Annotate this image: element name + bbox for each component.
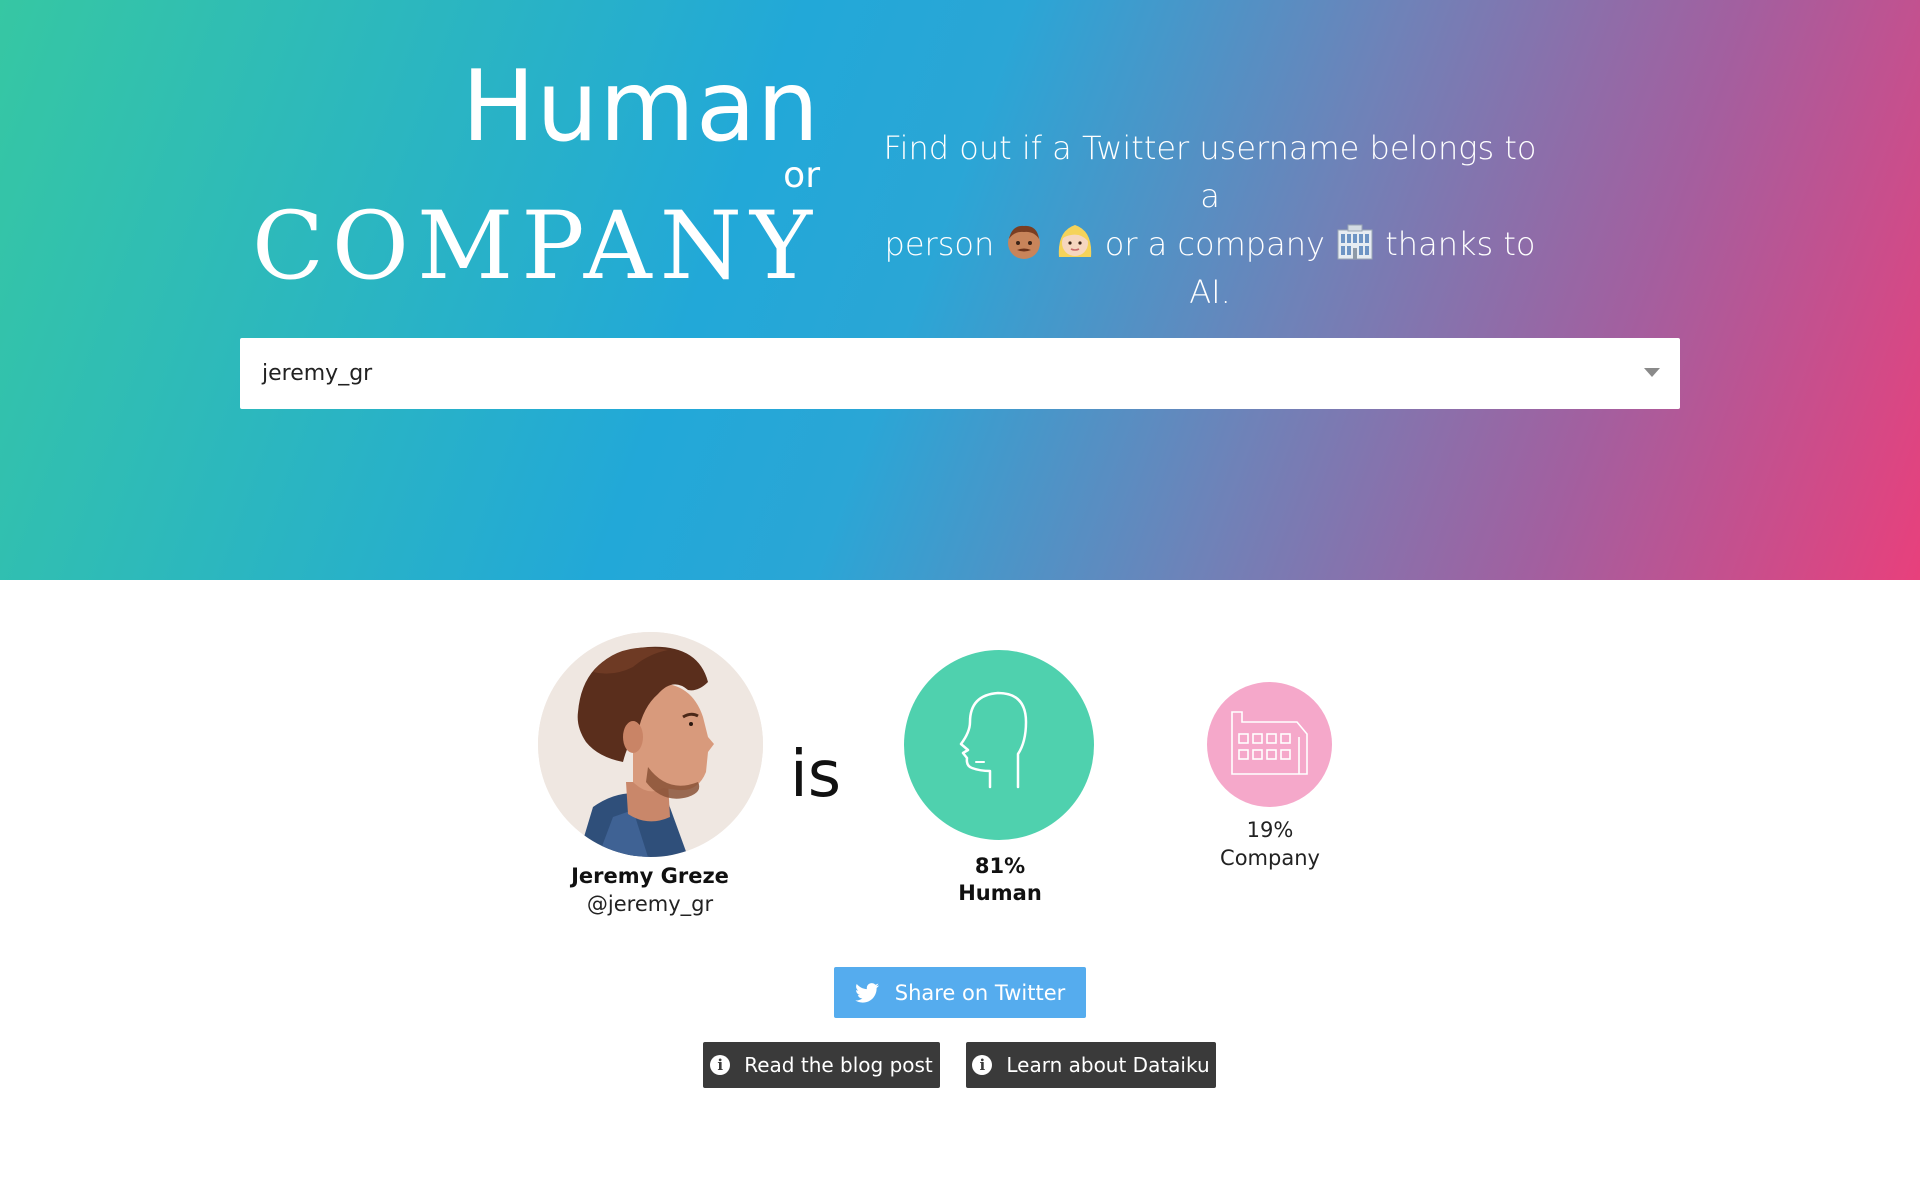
human-head-icon [959,691,1028,789]
tagline-part-2: person [884,225,995,263]
learn-about-dataiku-label: Learn about Dataiku [1006,1053,1210,1077]
company-percent: 19% [1246,818,1294,842]
logo-human-text: Human [461,50,820,164]
username-select[interactable]: jeremy_gr [240,338,1680,409]
read-blog-post-button[interactable]: i Read the blog post [703,1042,940,1088]
tagline-part-1: Find out if a Twitter username belongs t… [883,129,1537,215]
profile-photo [538,632,763,857]
info-icon: i [972,1055,993,1075]
profile-name: Jeremy Greze [571,864,729,888]
share-on-twitter-label: Share on Twitter [894,980,1066,1005]
hero-banner: Human or COMPANY Find out if a Twitter u… [0,0,1920,580]
logo-or-text: or [783,155,820,196]
logo-company-text: COMPANY [251,192,820,301]
learn-about-dataiku-button[interactable]: i Learn about Dataiku [966,1042,1216,1088]
share-on-twitter-button[interactable]: Share on Twitter [834,967,1086,1018]
human-result-circle [904,650,1094,840]
site-logo[interactable]: Human or COMPANY [252,50,820,302]
factory-icon [1231,711,1308,775]
profile-handle: @jeremy_gr [586,892,714,916]
company-label: Company [1220,846,1320,870]
tagline-part-3: or a company [1104,225,1325,263]
man-emoji-icon [1008,225,1041,259]
human-label: Human [958,881,1042,905]
chevron-down-icon[interactable] [1644,368,1660,377]
company-result-circle [1207,682,1332,807]
read-blog-post-label: Read the blog post [744,1053,933,1077]
woman-emoji-icon [1058,225,1091,257]
info-icon: i [710,1055,731,1075]
twitter-bird-icon [854,982,879,1003]
office-building-emoji-icon [1337,224,1373,260]
profile-avatar [538,632,763,857]
result-verb: is [790,738,842,812]
human-percent: 81% [974,854,1026,878]
username-select-value: jeremy_gr [262,361,373,386]
tagline: Find out if a Twitter username belongs t… [870,124,1550,316]
